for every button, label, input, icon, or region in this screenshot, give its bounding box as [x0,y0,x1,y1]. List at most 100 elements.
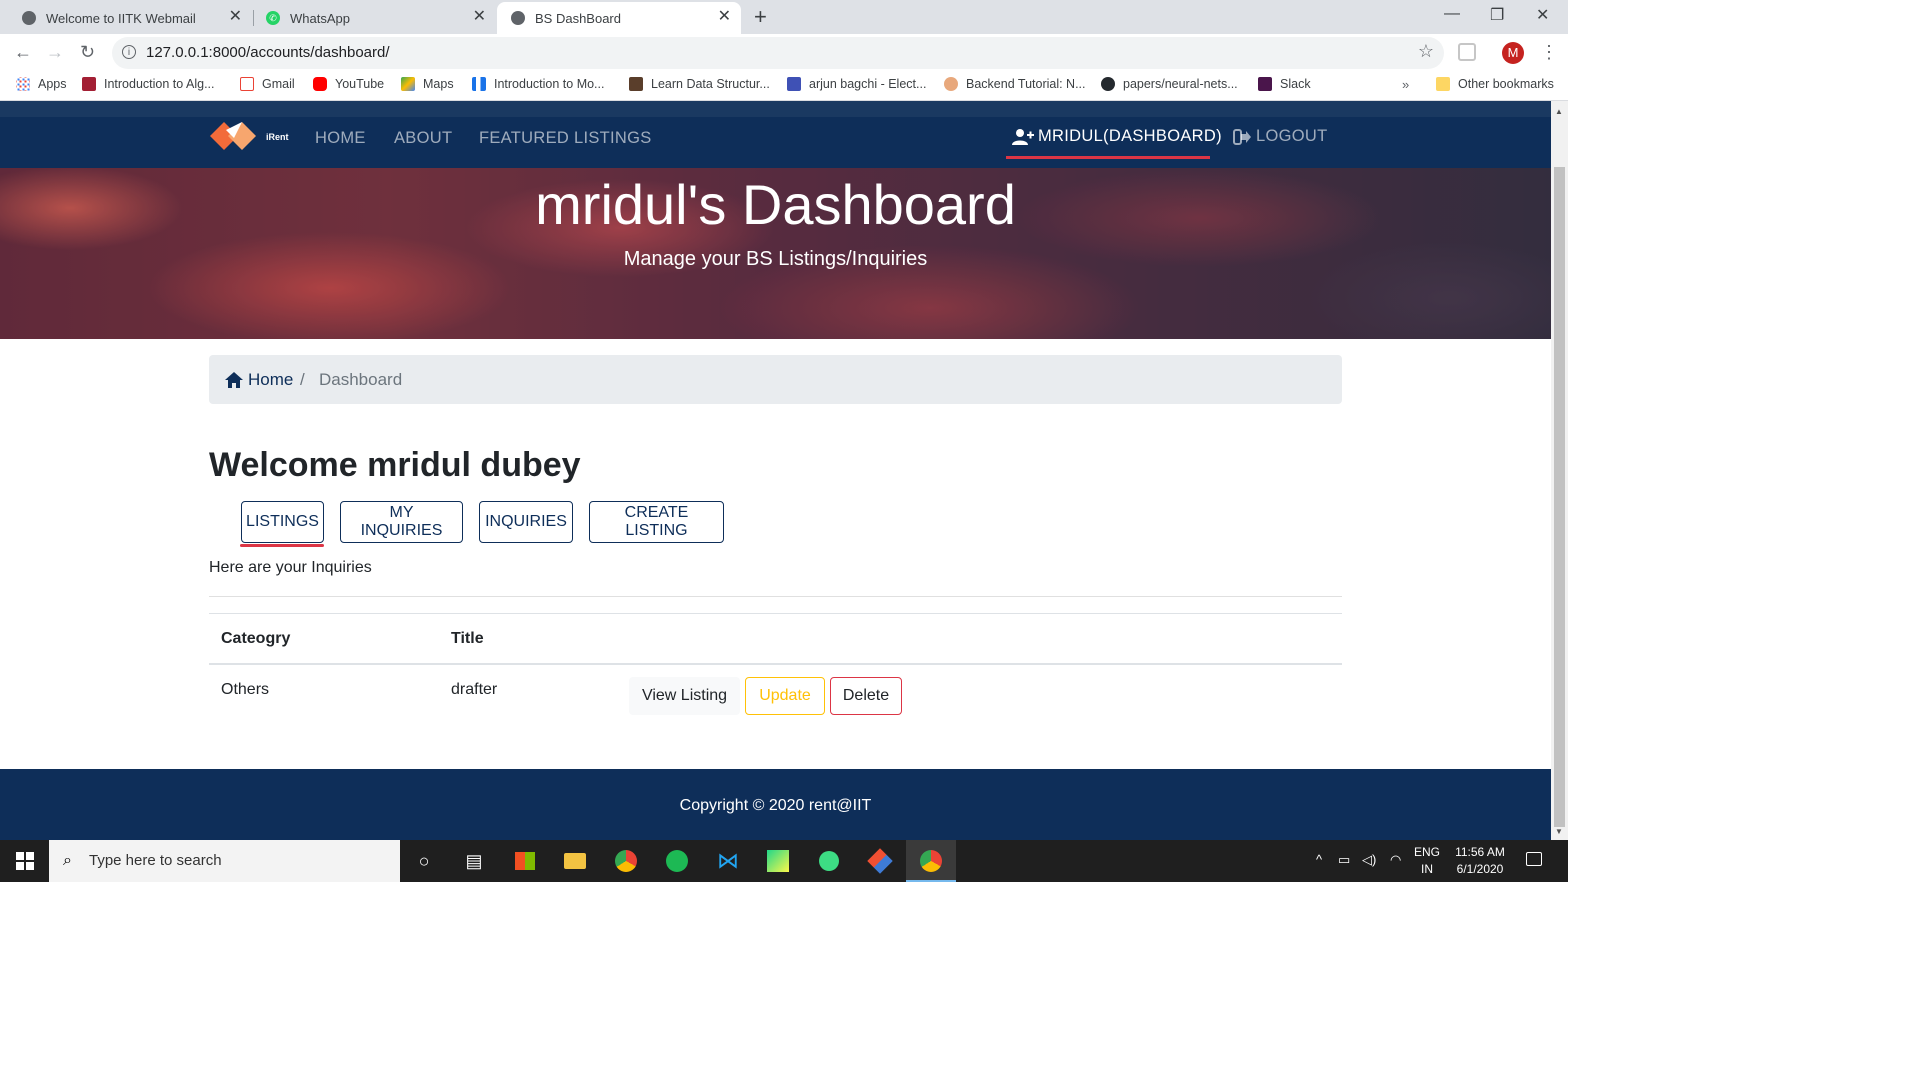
youtube-icon [313,77,327,91]
address-bar[interactable]: i 127.0.0.1:8000/accounts/dashboard/ ☆ [112,37,1444,69]
nav-dashboard[interactable]: MRIDUL(DASHBOARD) [1012,127,1222,146]
tray-chevron-icon[interactable]: ^ [1316,852,1322,867]
maps-icon [401,77,415,91]
github-icon [1101,77,1115,91]
nav-about[interactable]: ABOUT [394,129,452,148]
restore-icon[interactable]: ❐ [1490,5,1504,25]
spotify-icon[interactable] [664,848,690,874]
vscode-icon[interactable]: ⋈ [715,848,741,874]
file-explorer-icon[interactable] [562,848,588,874]
close-tab-icon[interactable]: ✕ [718,9,731,25]
android-studio-icon[interactable] [816,848,842,874]
taskbar-active-app[interactable] [906,840,956,882]
clock-time: 11:56 AM [1455,845,1505,859]
bookmark-backend[interactable]: Backend Tutorial: N... [944,77,1086,91]
cell-title: drafter [451,681,498,698]
cortana-icon[interactable]: ○ [411,848,437,874]
chrome-active-icon [920,850,942,872]
nav-logout[interactable]: LOGOUT [1233,127,1327,146]
back-arrow-icon[interactable]: ← [14,42,32,63]
close-window-icon[interactable]: ✕ [1536,5,1549,25]
other-bookmarks[interactable]: Other bookmarks [1436,77,1554,91]
forward-arrow-icon[interactable]: → [46,42,64,63]
breadcrumb-separator: / [300,370,305,389]
bookmark-arjun[interactable]: arjun bagchi - Elect... [787,77,926,91]
bookmark-gmail[interactable]: Gmail [240,77,295,91]
bookmark-maps[interactable]: Maps [401,77,454,91]
irent-logo-icon[interactable] [208,117,262,155]
welcome-heading: Welcome mridul dubey [209,446,581,484]
profile-avatar[interactable]: M [1502,42,1524,64]
bookmark-youtube[interactable]: YouTube [313,77,384,91]
close-tab-icon[interactable]: ✕ [229,9,242,25]
bookmarks-overflow-button[interactable]: » [1402,77,1409,92]
bookmark-label: Introduction to Alg... [104,77,215,91]
bookmark-papers[interactable]: papers/neural-nets... [1101,77,1238,91]
taskbar-clock[interactable]: 11:56 AM 6/1/2020 [1448,844,1512,878]
browser-tab-webmail[interactable]: Welcome to IITK Webmail ✕ [0,2,252,34]
minimize-icon[interactable]: — [1444,5,1460,23]
navbar-edge [0,101,1551,117]
slack-icon [1258,77,1272,91]
info-icon[interactable]: i [122,45,136,59]
tab-title: BS DashBoard [535,10,621,26]
scroll-up-arrow-icon[interactable]: ▲ [1555,107,1563,116]
bookmark-label: arjun bagchi - Elect... [809,77,927,91]
tab-title: WhatsApp [290,10,350,26]
nav-home[interactable]: HOME [315,129,366,148]
tab-inquiries[interactable]: INQUIRIES [479,501,573,543]
battery-icon[interactable]: ▭ [1338,852,1350,868]
bookmark-label: Apps [38,77,67,91]
view-listing-button[interactable]: View Listing [629,677,740,715]
tab-listings[interactable]: LISTINGS [241,501,324,543]
close-tab-icon[interactable]: ✕ [473,9,486,25]
footer-copyright: Copyright © 2020 rent@IIT [679,797,872,814]
more-menu-icon[interactable]: ⋮ [1540,42,1558,63]
bookmark-label: Maps [423,77,454,91]
pycharm-icon[interactable] [765,848,791,874]
language-indicator[interactable]: ENG IN [1414,844,1440,878]
breadcrumb-home[interactable]: Home [225,370,293,390]
bookmark-intro-mo[interactable]: Introduction to Mo... [472,77,604,91]
bookmark-label: Backend Tutorial: N... [966,77,1086,91]
notification-icon[interactable] [1526,852,1542,866]
logo-text: iRent [266,132,289,142]
bookmark-slack[interactable]: Slack [1258,77,1311,91]
bookmark-data-structures[interactable]: Learn Data Structur... [629,77,770,91]
bookmark-intro-alg[interactable]: Introduction to Alg... [82,77,215,91]
bookmark-star-icon[interactable]: ☆ [1418,41,1434,62]
bookmark-apps[interactable]: Apps [16,77,67,91]
tab-my-inquiries[interactable]: MY INQUIRIES [340,501,463,543]
pycharm-glyph [767,850,789,872]
delete-button[interactable]: Delete [830,677,902,715]
git-glyph [867,848,893,874]
chrome-icon[interactable] [613,848,639,874]
new-tab-button[interactable]: + [754,4,767,30]
bookmark-label: Other bookmarks [1458,77,1554,91]
page-subtitle: Manage your BS Listings/Inquiries [623,248,928,270]
browser-tab-dashboard[interactable]: BS DashBoard ✕ [497,2,741,34]
update-button[interactable]: Update [745,677,825,715]
task-view-icon[interactable]: ▤ [461,848,487,874]
wifi-icon[interactable]: ◠ [1390,852,1401,868]
url-text[interactable]: 127.0.0.1:8000/accounts/dashboard/ [146,44,390,61]
volume-icon[interactable]: ◁) [1362,852,1376,868]
bookmark-label: papers/neural-nets... [1123,77,1238,91]
table-top-border [209,613,1342,614]
windows-start-icon[interactable] [16,852,34,870]
store-icon[interactable] [512,848,538,874]
scrollbar-thumb[interactable] [1554,167,1565,827]
git-gui-icon[interactable] [867,848,893,874]
page-scrollbar[interactable]: ▲ ▼ [1551,101,1568,840]
reload-icon[interactable]: ↻ [80,42,95,63]
taskbar-search-box[interactable]: ⌕ Type here to search [49,840,400,882]
tab-create-listing[interactable]: CREATE LISTING [589,501,724,543]
browser-tab-whatsapp[interactable]: ✆ WhatsApp ✕ [244,2,496,34]
divider [209,596,1342,597]
extension-icon[interactable] [1458,43,1476,61]
table-header-border [209,663,1342,665]
bookmark-label: Introduction to Mo... [494,77,605,91]
scroll-down-arrow-icon[interactable]: ▼ [1555,827,1563,836]
whatsapp-icon: ✆ [266,11,280,25]
nav-featured-listings[interactable]: FEATURED LISTINGS [479,129,652,148]
